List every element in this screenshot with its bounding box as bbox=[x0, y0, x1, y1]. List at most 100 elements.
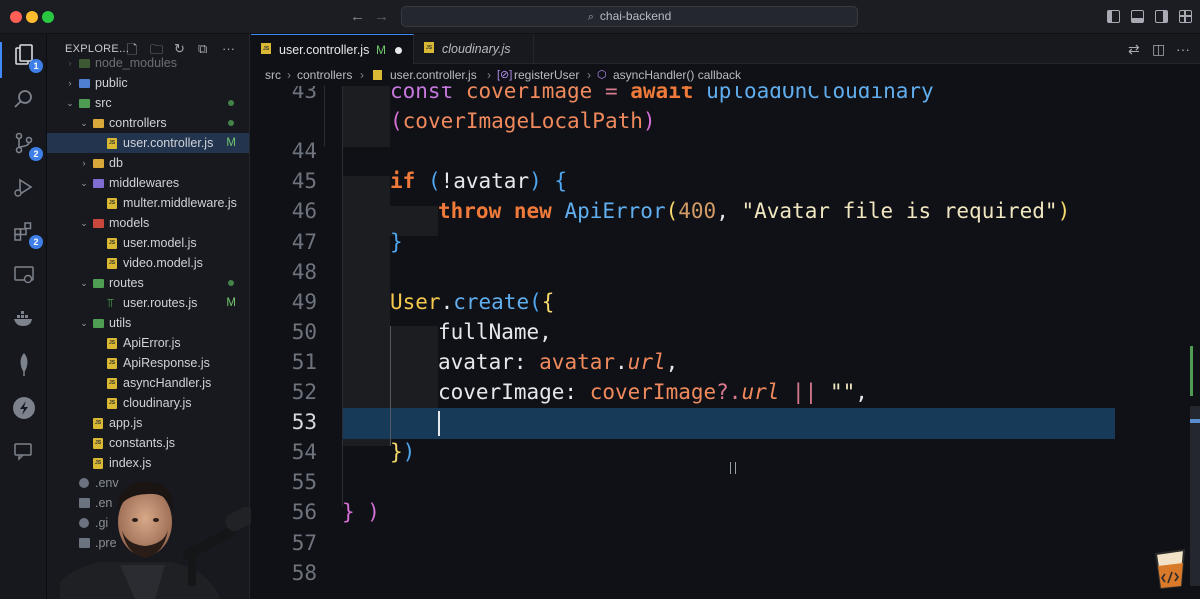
code-token: ( bbox=[529, 289, 542, 314]
toggle-secondary-sidebar-icon[interactable] bbox=[1155, 10, 1168, 23]
folder-item[interactable]: ⌄ src bbox=[47, 93, 249, 113]
line-number: 55 bbox=[291, 470, 317, 495]
breadcrumb: src › controllers › user.controller.js ›… bbox=[251, 64, 1200, 86]
file-item[interactable]: constants.js bbox=[47, 433, 249, 453]
remote-explorer-icon[interactable] bbox=[12, 264, 36, 288]
code-token: ApiError bbox=[564, 199, 666, 224]
tab-cloudinary[interactable]: JS cloudinary.js bbox=[414, 34, 534, 64]
code-editor[interactable]: 43 const coverImage = await uploadOnCloud… bbox=[251, 86, 1200, 599]
editor-scrollbar[interactable] bbox=[1190, 86, 1200, 599]
file-item[interactable]: video.model.js bbox=[47, 253, 249, 273]
code-token: , bbox=[665, 349, 679, 374]
toggle-panel-icon[interactable] bbox=[1131, 10, 1144, 23]
line-number: 58 bbox=[291, 560, 317, 585]
toggle-sidebar-icon[interactable] bbox=[1107, 10, 1120, 23]
close-window-button[interactable] bbox=[10, 11, 22, 23]
folder-item[interactable]: ⌄ utils bbox=[47, 313, 249, 333]
text-cursor bbox=[438, 411, 440, 436]
folder-icon bbox=[93, 179, 104, 188]
file-item[interactable]: user.controller.js M bbox=[47, 133, 249, 153]
editor-tab-bar: JS user.controller.js M JS cloudinary.js… bbox=[251, 34, 1200, 64]
code-token: url bbox=[627, 349, 666, 374]
tree-item-label: db bbox=[109, 156, 123, 170]
unsaved-dot-icon[interactable] bbox=[395, 47, 402, 54]
file-item[interactable]: multer.middleware.js bbox=[47, 193, 249, 213]
folder-icon bbox=[93, 159, 104, 168]
tab-user-controller[interactable]: JS user.controller.js M bbox=[251, 34, 414, 64]
code-line: (coverImageLocalPath) bbox=[390, 109, 656, 133]
extensions-badge: 2 bbox=[29, 235, 43, 249]
tree-item-label: ApiResponse.js bbox=[123, 356, 210, 370]
tree-item-label: user.controller.js bbox=[123, 136, 214, 150]
file-item[interactable]: cloudinary.js bbox=[47, 393, 249, 413]
chat-icon[interactable] bbox=[12, 440, 36, 464]
run-debug-icon[interactable] bbox=[12, 176, 36, 200]
indent-highlight bbox=[390, 326, 438, 416]
mongodb-leaf-icon[interactable] bbox=[12, 352, 36, 376]
chevron-right-icon: › bbox=[287, 68, 291, 82]
folder-icon bbox=[79, 79, 90, 88]
minimize-window-button[interactable] bbox=[26, 11, 38, 23]
line-number: 56 bbox=[291, 500, 317, 525]
breadcrumb-controllers[interactable]: controllers bbox=[297, 64, 352, 86]
breadcrumb-callback[interactable]: asyncHandler() callback bbox=[613, 64, 741, 86]
indent-guide bbox=[390, 326, 391, 446]
maximize-window-button[interactable] bbox=[42, 11, 54, 23]
file-item[interactable]: ApiError.js bbox=[47, 333, 249, 353]
folder-item[interactable]: ⌄ models bbox=[47, 213, 249, 233]
file-item[interactable]: user.model.js bbox=[47, 233, 249, 253]
javascript-file-icon: JS bbox=[424, 42, 434, 53]
breadcrumb-registerUser[interactable]: registerUser bbox=[514, 64, 579, 86]
line-number: 46 bbox=[291, 199, 317, 224]
javascript-file-icon bbox=[107, 138, 117, 149]
breadcrumb-file[interactable]: user.controller.js bbox=[390, 64, 477, 86]
split-editor-icon[interactable]: ◫ bbox=[1152, 41, 1165, 58]
search-icon[interactable] bbox=[12, 88, 36, 112]
thunder-client-icon[interactable] bbox=[12, 396, 36, 420]
folder-item[interactable]: › db bbox=[47, 153, 249, 173]
code-line: User.create({ bbox=[390, 290, 554, 314]
folder-item[interactable]: › node_modules bbox=[47, 53, 249, 73]
more-actions-icon[interactable]: ··· bbox=[1176, 41, 1190, 57]
docker-icon[interactable] bbox=[12, 308, 36, 332]
javascript-file-icon bbox=[93, 438, 103, 449]
code-line: coverImage: coverImage?.url || "", bbox=[438, 380, 868, 404]
back-arrow-icon[interactable]: ← bbox=[350, 8, 365, 25]
javascript-file-icon bbox=[107, 358, 117, 369]
breadcrumb-src[interactable]: src bbox=[265, 64, 281, 86]
code-line: } bbox=[390, 230, 403, 254]
code-token: || bbox=[779, 380, 830, 404]
code-token: if bbox=[390, 169, 428, 194]
extensions-icon[interactable]: 2 bbox=[12, 220, 43, 249]
compare-changes-icon[interactable]: ⇄ bbox=[1128, 41, 1140, 58]
git-modified-status: M bbox=[226, 297, 236, 309]
file-item[interactable]: ApiResponse.js bbox=[47, 353, 249, 373]
source-control-icon[interactable]: 2 bbox=[12, 132, 43, 161]
file-item[interactable]: ⫪ user.routes.js M bbox=[47, 293, 249, 313]
file-item[interactable]: app.js bbox=[47, 413, 249, 433]
chevron-right-icon: › bbox=[82, 158, 86, 168]
command-center-search[interactable]: ⌕ chai-backend bbox=[401, 6, 858, 27]
code-token: url bbox=[741, 380, 780, 404]
line-number: 43 bbox=[291, 86, 317, 103]
code-token: } bbox=[342, 500, 368, 525]
forward-arrow-icon[interactable]: → bbox=[374, 8, 389, 25]
tree-item-label: models bbox=[109, 216, 150, 230]
tree-item-label: controllers bbox=[109, 116, 167, 130]
folder-item[interactable]: ⌄ middlewares bbox=[47, 173, 249, 193]
folder-item[interactable]: ⌄ routes bbox=[47, 273, 249, 293]
folder-item[interactable]: ⌄ controllers bbox=[47, 113, 249, 133]
code-token: ( bbox=[427, 169, 441, 194]
tree-item-label: user.model.js bbox=[123, 236, 197, 250]
code-token: = bbox=[592, 86, 631, 103]
git-change-dot-icon bbox=[228, 100, 234, 106]
chevron-down-icon: ⌄ bbox=[80, 218, 88, 228]
code-line: const coverImage = await uploadOnCloudin… bbox=[390, 86, 934, 103]
file-item[interactable]: asyncHandler.js bbox=[47, 373, 249, 393]
customize-layout-icon[interactable] bbox=[1179, 10, 1192, 23]
folder-item[interactable]: › public bbox=[47, 73, 249, 93]
javascript-file-icon bbox=[93, 458, 103, 469]
explorer-icon[interactable]: 1 bbox=[12, 44, 43, 73]
javascript-file-icon: ⫪ bbox=[107, 296, 114, 310]
